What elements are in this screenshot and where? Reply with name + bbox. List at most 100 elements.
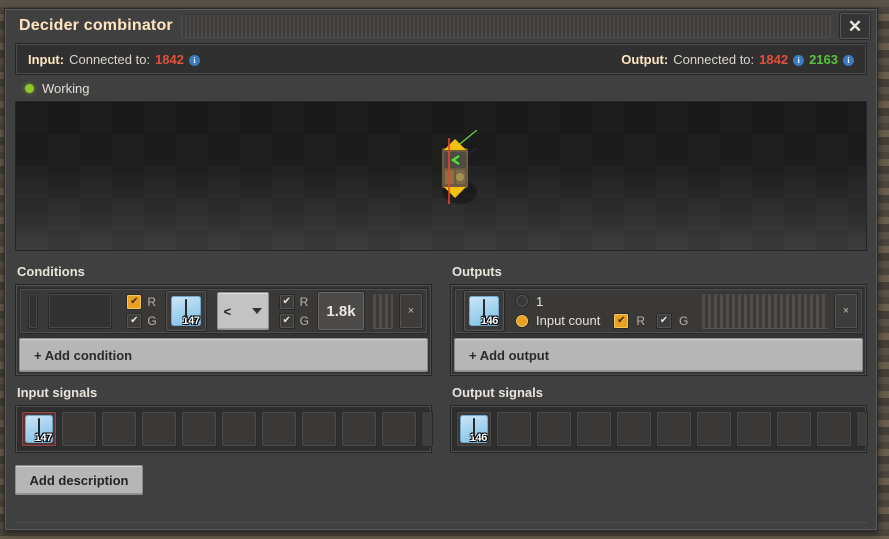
condition-left-red-wire-row: ✔ R	[126, 294, 156, 310]
output-value-mode-group: 1 Input count ✔ R ✔ G	[515, 294, 688, 329]
input-connection-group: Input: Connected to: 1842 i	[28, 52, 200, 67]
status-row: Working	[15, 75, 867, 101]
condition-first-signal-count: 147	[183, 315, 200, 327]
outputs-column: Outputs 146 1	[450, 255, 867, 453]
info-icon[interactable]: i	[189, 55, 200, 66]
input-signal-slot-empty[interactable]	[101, 411, 137, 447]
delete-output-button[interactable]: ×	[834, 293, 858, 329]
rail-signal-icon: 147	[171, 296, 201, 326]
input-connected-label: Connected to:	[69, 52, 150, 67]
output-mode-constant-row[interactable]: 1	[515, 294, 688, 309]
input-signal-slot-filled[interactable]: 147	[21, 411, 57, 447]
output-signal-slot-empty[interactable]	[616, 411, 652, 447]
radio-constant-one[interactable]	[515, 294, 529, 308]
condition-left-green-wire-row: ✔ G	[126, 313, 156, 329]
chevron-down-icon	[252, 308, 262, 314]
output-network-id-red[interactable]: 1842	[759, 52, 788, 67]
comparator-dropdown[interactable]: <	[217, 292, 269, 330]
input-signal-slot-empty[interactable]	[61, 411, 97, 447]
delete-condition-button[interactable]: ×	[399, 293, 423, 329]
info-icon[interactable]: i	[793, 55, 804, 66]
output-signal-slot-empty[interactable]	[536, 411, 572, 447]
condition-right-green-label: G	[300, 314, 309, 328]
output-signal-slot-empty[interactable]	[736, 411, 772, 447]
radio-input-count[interactable]	[515, 314, 529, 328]
info-icon[interactable]: i	[843, 55, 854, 66]
entity-preview[interactable]	[15, 101, 867, 251]
input-signal-slot-empty[interactable]	[381, 411, 417, 447]
output-signal-slot-empty[interactable]	[696, 411, 732, 447]
input-signal-slot-empty[interactable]	[181, 411, 217, 447]
condition-left-red-checkbox[interactable]: ✔	[126, 294, 142, 310]
condition-row-filler	[373, 293, 393, 329]
status-indicator-dot	[25, 84, 34, 93]
condition-left-wire-checkboxes: ✔ R ✔ G	[126, 294, 156, 329]
input-signal-slot-empty[interactable]	[301, 411, 337, 447]
output-green-checkbox[interactable]: ✔	[656, 313, 672, 329]
output-mode-input-count-row[interactable]: Input count ✔ R ✔ G	[515, 313, 688, 329]
output-signal-slot-empty[interactable]	[496, 411, 532, 447]
rail-signal-icon: 146	[460, 415, 488, 443]
output-signal-slot-filled[interactable]: 146	[456, 411, 492, 447]
dialog-bottom-divider	[15, 522, 867, 523]
output-signal-slot-empty[interactable]	[656, 411, 692, 447]
condition-right-wire-checkboxes: ✔ R ✔ G	[279, 294, 309, 329]
conditions-outputs-columns: Conditions ✔ R ✔ G	[15, 255, 867, 453]
input-signal-slot-empty[interactable]	[141, 411, 177, 447]
comparator-value: <	[224, 304, 232, 319]
input-network-id-red[interactable]: 1842	[155, 52, 184, 67]
output-signal-slot-empty[interactable]	[576, 411, 612, 447]
output-signal-button[interactable]: 146	[463, 290, 505, 332]
condition-right-red-label: R	[300, 295, 309, 309]
rail-signal-icon: 147	[25, 415, 53, 443]
condition-right-red-checkbox[interactable]: ✔	[279, 294, 295, 310]
dialog-titlebar[interactable]: Decider combinator ✕	[5, 9, 877, 43]
output-red-checkbox[interactable]: ✔	[613, 313, 629, 329]
output-mode-constant-label: 1	[536, 294, 543, 309]
output-lead-label: Output:	[621, 52, 668, 67]
add-condition-button[interactable]: + Add condition	[19, 338, 428, 372]
condition-first-signal-button[interactable]: 147	[165, 290, 207, 332]
condition-spacer-plate-b	[48, 293, 112, 329]
input-signals-slots: 147	[15, 405, 432, 453]
dialog-body: Input: Connected to: 1842 i Output: Conn…	[15, 43, 867, 519]
input-signal-slot-empty[interactable]	[221, 411, 257, 447]
input-lead-label: Input:	[28, 52, 64, 67]
outputs-section-label: Outputs	[452, 264, 867, 279]
input-signal-slot-empty[interactable]	[261, 411, 297, 447]
decider-combinator-entity-icon	[433, 130, 477, 212]
input-signals-scrollbar[interactable]	[421, 411, 433, 447]
condition-right-green-checkbox[interactable]: ✔	[279, 313, 295, 329]
conditions-frame: ✔ R ✔ G 147	[15, 284, 432, 376]
output-green-label: G	[679, 314, 688, 328]
output-signal-slot-empty[interactable]	[776, 411, 812, 447]
output-signal-slot-empty[interactable]	[816, 411, 852, 447]
output-row: 146 1 Input count ✔	[454, 288, 863, 334]
conditions-column: Conditions ✔ R ✔ G	[15, 255, 432, 453]
output-connected-label: Connected to:	[673, 52, 754, 67]
output-red-label: R	[636, 314, 645, 328]
rail-signal-icon: 146	[469, 296, 499, 326]
condition-right-red-wire-row: ✔ R	[279, 294, 309, 310]
output-network-id-green[interactable]: 2163	[809, 52, 838, 67]
decider-combinator-dialog: Decider combinator ✕ Input: Connected to…	[4, 8, 878, 531]
condition-left-green-checkbox[interactable]: ✔	[126, 313, 142, 329]
window-drag-handle[interactable]	[181, 14, 831, 38]
condition-left-green-label: G	[147, 314, 156, 328]
close-icon[interactable]: ✕	[839, 12, 871, 40]
condition-constant-input[interactable]: 1.8k	[317, 291, 365, 331]
output-signals-section-label: Output signals	[452, 385, 867, 400]
condition-right-green-wire-row: ✔ G	[279, 313, 309, 329]
output-signals-scrollbar[interactable]	[856, 411, 868, 447]
output-row-filler	[702, 293, 828, 329]
input-signal-slot-empty[interactable]	[341, 411, 377, 447]
output-signals-slots: 146	[450, 405, 867, 453]
output-signal-value: 146	[470, 432, 487, 444]
condition-spacer-plate-a	[28, 293, 38, 329]
add-output-button[interactable]: + Add output	[454, 338, 863, 372]
page-title: Decider combinator	[19, 17, 173, 35]
output-mode-input-count-label: Input count	[536, 313, 600, 328]
condition-left-red-label: R	[147, 295, 156, 309]
add-description-button[interactable]: Add description	[15, 465, 143, 495]
status-badge: Working	[42, 81, 89, 96]
